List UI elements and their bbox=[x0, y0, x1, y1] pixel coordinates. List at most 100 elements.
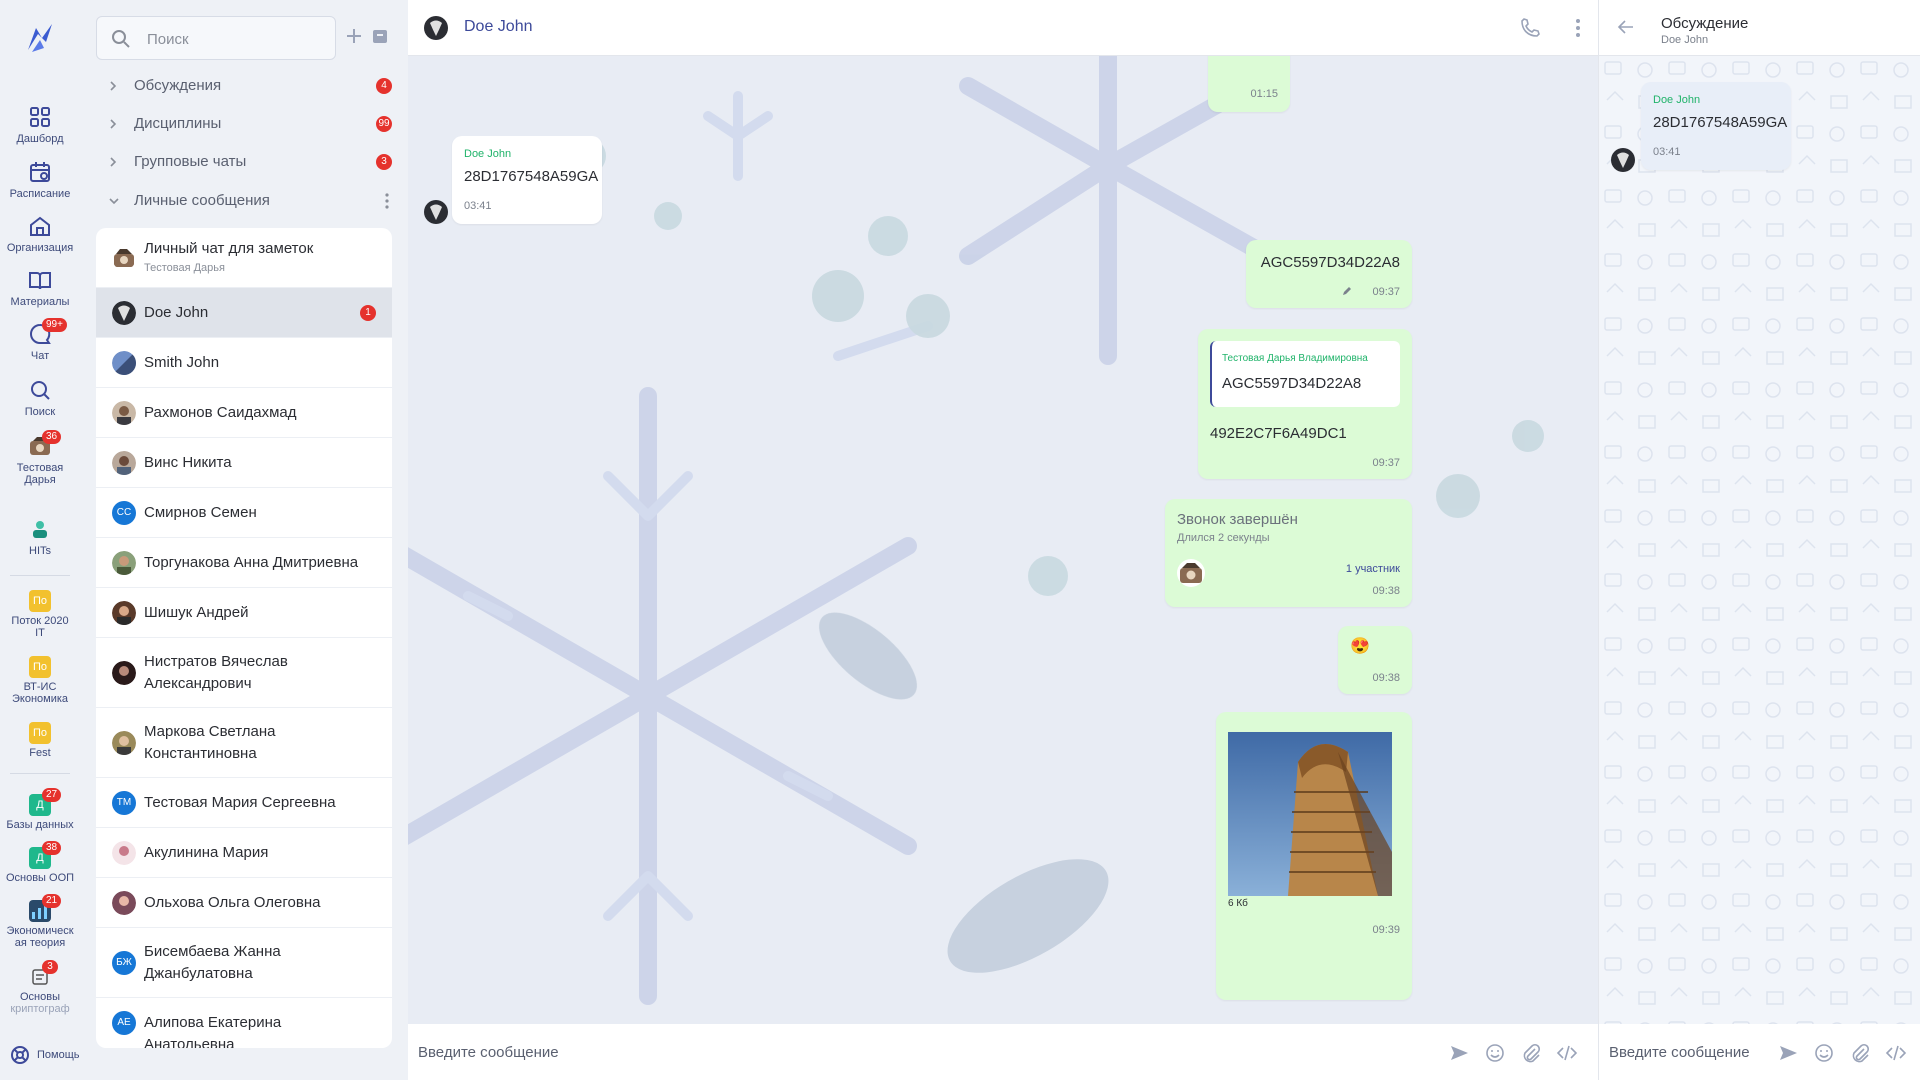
discussion-input[interactable] bbox=[1609, 1038, 1784, 1066]
nav-label-line1: Тестовая bbox=[16, 462, 64, 474]
chat-name: Нистратов Вячеслав Александрович bbox=[144, 653, 288, 692]
chat-item[interactable]: Торгунакова Анна Дмитриевна bbox=[96, 538, 392, 588]
phone-icon[interactable] bbox=[1518, 16, 1542, 40]
unread-badge: 99+ bbox=[42, 318, 67, 332]
discussion-message[interactable]: Doe John 28D1767548A59GA 03:41 bbox=[1641, 82, 1791, 170]
nav-chat[interactable]: Чат 99+ bbox=[0, 318, 80, 362]
nav-dashboard[interactable]: Дашборд bbox=[0, 104, 80, 145]
chat-name: Торгунакова Анна Дмитриевна bbox=[144, 554, 359, 571]
chevron-right-icon bbox=[110, 119, 117, 129]
back-arrow-icon[interactable] bbox=[1617, 18, 1635, 36]
folder-group-chats[interactable]: Групповые чаты 3 bbox=[96, 147, 392, 177]
chat-item[interactable]: Smith John bbox=[96, 338, 392, 388]
nav-vt-is[interactable]: По ВТ-ИС Экономика bbox=[0, 656, 80, 705]
hits-icon bbox=[33, 521, 47, 538]
chat-item[interactable]: Шишук Андрей bbox=[96, 588, 392, 638]
call-participants[interactable]: 1 участник bbox=[1346, 563, 1400, 575]
nav-hits[interactable]: HITs bbox=[0, 516, 80, 557]
discussion-header: Обсуждение Doe John bbox=[1599, 0, 1920, 56]
app-logo[interactable] bbox=[22, 20, 58, 56]
reply-text: AGC5597D34D22A8 bbox=[1222, 375, 1362, 392]
plus-icon[interactable] bbox=[344, 26, 364, 46]
nav-fest[interactable]: По Fest bbox=[0, 722, 80, 759]
avatar[interactable] bbox=[424, 200, 448, 224]
unread-badge: 27 bbox=[42, 788, 62, 802]
chat-title[interactable]: Doe John bbox=[464, 18, 533, 36]
chat-item[interactable]: Doe John 1 bbox=[96, 288, 392, 338]
folder-disciplines[interactable]: Дисциплины 99 bbox=[96, 109, 392, 139]
nav-organization[interactable]: Организация bbox=[0, 213, 80, 254]
nav-oop[interactable]: Д Основы ООП 38 bbox=[0, 841, 80, 884]
chat-header: Doe John bbox=[408, 0, 1598, 56]
chat-item[interactable]: ТМ Тестовая Мария Сергеевна bbox=[96, 778, 392, 828]
nav-databases[interactable]: Д Базы данных 27 bbox=[0, 788, 80, 831]
unread-badge: 1 bbox=[360, 305, 376, 321]
code-icon[interactable] bbox=[1556, 1042, 1578, 1064]
calendar-icon bbox=[30, 162, 50, 182]
reply-author: Тестовая Дарья Владимировна bbox=[1222, 353, 1368, 364]
chat-item[interactable]: Винс Никита bbox=[96, 438, 392, 488]
message-bubble[interactable]: 01:15 bbox=[1208, 56, 1290, 112]
chat-name: Смирнов Семен bbox=[144, 504, 257, 521]
image-message[interactable]: 6 Кб 09:39 bbox=[1216, 712, 1412, 1000]
nav-stream-2020[interactable]: По Поток 2020 IT bbox=[0, 590, 80, 639]
message-bubble[interactable]: Doe John 28D1767548A59GA 03:41 bbox=[452, 136, 602, 224]
nav-economics[interactable]: Экономическ ая теория 21 bbox=[0, 894, 80, 949]
avatar[interactable] bbox=[1611, 148, 1635, 172]
more-vertical-icon[interactable] bbox=[384, 191, 390, 211]
unread-badge: 36 bbox=[42, 430, 62, 444]
chat-item[interactable]: Личный чат для заметок Тестовая Дарья bbox=[96, 228, 392, 288]
avatar bbox=[112, 401, 136, 425]
send-icon[interactable] bbox=[1448, 1042, 1470, 1064]
avatar bbox=[112, 731, 136, 755]
message-text: 28D1767548A59GA bbox=[1653, 114, 1788, 131]
emoji-icon[interactable] bbox=[1484, 1042, 1506, 1064]
chat-item[interactable]: Акулинина Мария bbox=[96, 828, 392, 878]
nav-label: Чат bbox=[30, 350, 50, 362]
emoji-icon[interactable] bbox=[1813, 1042, 1835, 1064]
chat-item[interactable]: АЕ Алипова Екатерина Анатольевна bbox=[96, 998, 392, 1048]
nav-profile[interactable]: Тестовая Дарья 36 bbox=[0, 430, 80, 486]
message-text: 28D1767548A59GA bbox=[464, 168, 599, 185]
nav-materials[interactable]: Материалы bbox=[0, 267, 80, 308]
discussion-panel: Обсуждение Doe John Doe John 28D1767548A… bbox=[1598, 0, 1920, 1080]
message-time: 09:38 bbox=[1372, 672, 1400, 684]
chat-list: Личный чат для заметок Тестовая Дарья Do… bbox=[96, 228, 392, 1048]
search-input[interactable] bbox=[147, 27, 327, 51]
chat-item[interactable]: Маркова Светлана Константиновна bbox=[96, 708, 392, 778]
message-time: 09:39 bbox=[1372, 924, 1400, 936]
chat-item[interactable]: Нистратов Вячеслав Александрович bbox=[96, 638, 392, 708]
chevron-right-icon bbox=[110, 157, 117, 167]
reply-quote[interactable]: Тестовая Дарья Владимировна AGC5597D34D2… bbox=[1210, 341, 1400, 407]
chat-item[interactable]: БЖ Бисембаева Жанна Джанбулатовна bbox=[96, 928, 392, 998]
message-input[interactable] bbox=[418, 1038, 1318, 1066]
chat-item[interactable]: Рахмонов Саидахмад bbox=[96, 388, 392, 438]
folder-personal-messages[interactable]: Личные сообщения bbox=[96, 186, 392, 216]
message-bubble[interactable]: 😍 09:38 bbox=[1338, 626, 1412, 694]
participant-avatar bbox=[1177, 559, 1205, 587]
folder-discussions[interactable]: Обсуждения 4 bbox=[96, 71, 392, 101]
nav-schedule[interactable]: Расписание bbox=[0, 159, 80, 200]
message-time: 09:37 bbox=[1372, 286, 1400, 298]
message-bubble[interactable]: AGC5597D34D22A8 09:37 bbox=[1246, 240, 1412, 308]
archive-icon[interactable] bbox=[370, 26, 390, 46]
message-bubble[interactable]: Тестовая Дарья Владимировна AGC5597D34D2… bbox=[1198, 329, 1412, 479]
attach-icon[interactable] bbox=[1520, 1042, 1542, 1064]
avatar[interactable] bbox=[424, 16, 448, 40]
chat-item[interactable]: Ольхова Ольга Олеговна bbox=[96, 878, 392, 928]
app-window: Дашборд Расписание Организация Материалы… bbox=[0, 0, 1920, 1080]
chat-name: Smith John bbox=[144, 354, 220, 371]
attach-icon[interactable] bbox=[1849, 1042, 1871, 1064]
avatar bbox=[112, 451, 136, 475]
folder-name: Личные сообщения bbox=[134, 192, 270, 209]
nav-label-line1: Поток 2020 bbox=[11, 615, 69, 627]
send-icon[interactable] bbox=[1777, 1042, 1799, 1064]
nav-crypto[interactable]: Основы криптограф 3 bbox=[0, 960, 80, 1015]
more-vertical-icon[interactable] bbox=[1566, 16, 1590, 40]
attached-image[interactable] bbox=[1228, 732, 1392, 896]
call-message[interactable]: Звонок завершён Длился 2 секунды 1 участ… bbox=[1165, 499, 1412, 607]
nav-search[interactable]: Поиск bbox=[0, 377, 80, 418]
chat-item[interactable]: СС Смирнов Семен bbox=[96, 488, 392, 538]
code-icon[interactable] bbox=[1885, 1042, 1907, 1064]
nav-label: Дашборд bbox=[16, 133, 64, 145]
